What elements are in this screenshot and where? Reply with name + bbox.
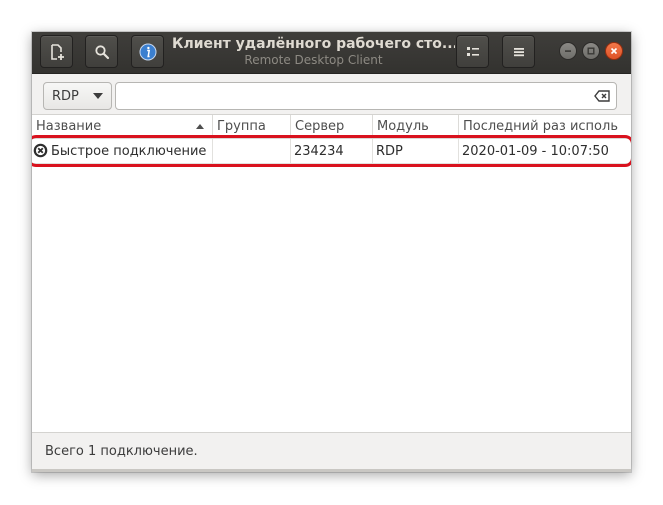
- column-header-label: Последний раз исполь: [463, 119, 618, 134]
- table-header: Название Группа Сервер Модуль Последний …: [32, 115, 631, 139]
- info-icon: [139, 43, 156, 60]
- quick-connect-input[interactable]: [122, 86, 586, 108]
- hamburger-menu-icon: [513, 47, 524, 56]
- cell-group: [213, 139, 291, 163]
- protocol-select[interactable]: RDP: [43, 82, 112, 110]
- cell-name: Быстрое подключение: [32, 139, 213, 163]
- column-header-module[interactable]: Модуль: [373, 115, 459, 138]
- search-icon: [94, 44, 109, 59]
- chevron-down-icon: [93, 93, 103, 99]
- protocol-select-value: RDP: [52, 89, 79, 104]
- cell-module: RDP: [373, 139, 459, 163]
- view-toggle-button[interactable]: [456, 35, 489, 68]
- column-header-label: Сервер: [295, 119, 345, 134]
- close-icon: [610, 47, 618, 55]
- list-view-icon: [466, 46, 479, 56]
- remmina-window: Клиент удалённого рабочего сто... Remote…: [32, 32, 631, 472]
- toolbar: RDP: [32, 74, 631, 114]
- window-title-area: Клиент удалённого рабочего сто... Remote…: [172, 36, 455, 68]
- column-header-label: Название: [36, 119, 102, 134]
- about-button[interactable]: [131, 35, 164, 68]
- cell-last-used: 2020-01-09 - 10:07:50: [462, 144, 609, 159]
- table-row[interactable]: Быстрое подключение 234234 RDP 2020-01-0…: [32, 135, 631, 167]
- disconnected-status-icon: [33, 143, 48, 158]
- window-title: Клиент удалённого рабочего сто...: [172, 36, 455, 52]
- column-header-label: Группа: [217, 119, 266, 134]
- status-bar: Всего 1 подключение.: [32, 432, 631, 470]
- minimize-icon: [565, 50, 571, 52]
- column-header-server[interactable]: Сервер: [291, 115, 373, 138]
- status-text: Всего 1 подключение.: [45, 444, 198, 459]
- new-document-icon: [50, 43, 64, 60]
- cell-name-text: Быстрое подключение: [51, 144, 207, 159]
- window-bottom-edge: [32, 469, 631, 472]
- minimize-button[interactable]: [559, 42, 577, 60]
- column-header-group[interactable]: Группа: [213, 115, 291, 138]
- close-button[interactable]: [605, 42, 623, 60]
- sort-ascending-icon: [196, 124, 204, 129]
- quick-connect-box: [115, 82, 617, 110]
- column-header-last-used[interactable]: Последний раз исполь: [459, 115, 631, 138]
- maximize-button[interactable]: [582, 42, 600, 60]
- window-subtitle: Remote Desktop Client: [244, 53, 383, 67]
- header-bar: Клиент удалённого рабочего сто... Remote…: [32, 32, 631, 74]
- main-menu-button[interactable]: [502, 35, 535, 68]
- column-header-label: Модуль: [377, 119, 429, 134]
- connection-list: Название Группа Сервер Модуль Последний …: [32, 114, 631, 433]
- maximize-icon: [587, 47, 595, 55]
- clear-input-icon[interactable]: [594, 90, 610, 102]
- search-button[interactable]: [85, 35, 118, 68]
- cell-server: 234234: [291, 139, 373, 163]
- column-header-name[interactable]: Название: [32, 115, 213, 138]
- new-connection-button[interactable]: [40, 35, 73, 68]
